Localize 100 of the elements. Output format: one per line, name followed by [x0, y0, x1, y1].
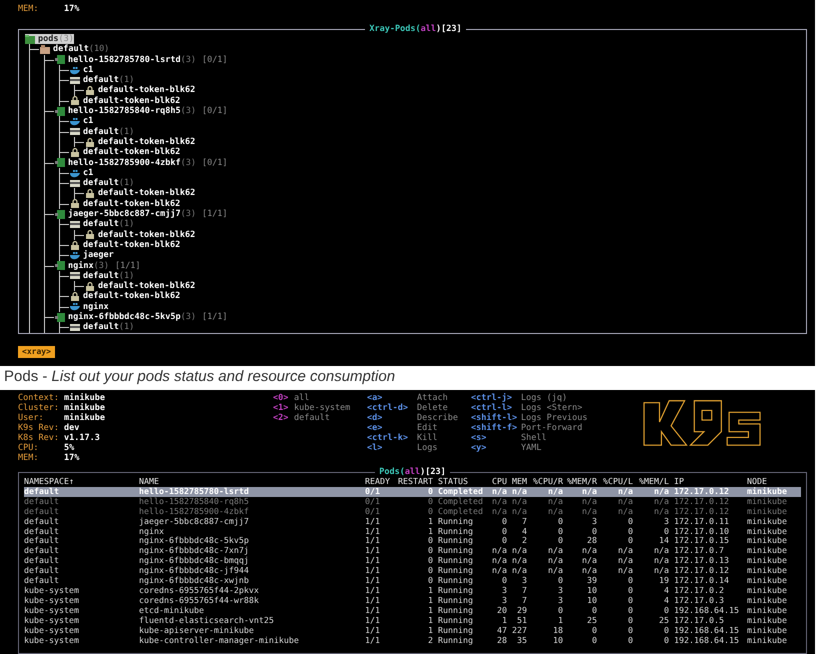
card-icon: [70, 271, 80, 280]
tree-node[interactable]: c1: [70, 116, 94, 127]
ready-count: [1/1]: [202, 209, 228, 220]
tree-node[interactable]: pods(3): [25, 34, 74, 44]
table-cell-text: n/a: [511, 506, 527, 517]
table-cell-text: Running: [437, 596, 474, 606]
table-row[interactable]: default nginx-6fbbbdc48c-xwjnb 1/1 0 Running 0 3 0 39 0 19 172.17.0.14 minikube: [24, 576, 801, 586]
table-cell-text: n/a: [491, 496, 507, 507]
column-header[interactable]: RESTART: [393, 477, 433, 487]
tree-node[interactable]: nginx-6fbbbdc48c-5kv5p(3) [1/1]: [55, 312, 228, 322]
tree-node[interactable]: default(1): [70, 178, 134, 188]
table-cell-text: 0: [501, 576, 507, 586]
table-row[interactable]: default nginx 1/1 1 Running 0 4 0 0 0 0 172.17.0.10 minikube: [24, 526, 801, 536]
column-header[interactable]: MEM: [507, 477, 527, 487]
tree-node[interactable]: nginx(3) [1/1]: [55, 260, 141, 271]
column-header[interactable]: %CPU/R: [527, 477, 563, 487]
table-row[interactable]: default nginx-6fbbbdc48c-5kv5p 1/1 0 Running 0 2 0 28 0 14 172.17.0.15 minikube: [24, 536, 801, 546]
table-cell-text: 0: [627, 536, 633, 546]
namespace-label[interactable]: kube-system: [294, 403, 350, 413]
table-cell-text: minikube: [747, 556, 788, 566]
table-cell-text: kube-controller-manager-minikube: [139, 636, 300, 646]
tree-node[interactable]: hello-1582785780-lsrtd(3) [0/1]: [55, 54, 228, 65]
table-row[interactable]: kube-system coredns-6955765f44-wr88k 1/1 1 Running 3 7 3 10 0 4 172.17.0.3 minikube: [24, 596, 801, 606]
table-cell-text: kube-system: [24, 586, 80, 596]
tree-node[interactable]: default(10): [40, 44, 110, 55]
column-header[interactable]: %CPU/L: [597, 477, 633, 487]
table-cell-text: nginx-6fbbbdc48c-jf944: [139, 566, 250, 576]
table-cell-text: 1/1: [365, 566, 381, 576]
table-cell-text: n/a: [511, 556, 527, 566]
tree-node[interactable]: default(1): [70, 219, 134, 230]
table-cell-text: 3: [663, 516, 669, 527]
whale-icon: [70, 66, 80, 75]
card-icon: [70, 220, 80, 229]
table-cell-text: 10: [552, 636, 563, 646]
tree-node[interactable]: hello-1582785900-4zbkf(3) [0/1]: [55, 158, 228, 168]
ready-count: [0/1]: [202, 158, 228, 168]
table-row[interactable]: default jaeger-5bbc8c887-cmjj7 1/1 1 Running 0 7 0 3 0 3 172.17.0.11 minikube: [24, 516, 801, 527]
table-cell-text: 0: [591, 526, 597, 536]
lock-icon: [85, 138, 95, 147]
column-header[interactable]: NAME: [139, 477, 365, 487]
namespace-label[interactable]: default: [294, 413, 330, 423]
namespace-label[interactable]: all: [294, 393, 310, 403]
tree-node[interactable]: hello-1582785840-rq8h5(3) [0/1]: [55, 106, 228, 116]
table-cell-text: Running: [437, 566, 474, 576]
table-row[interactable]: default hello-1582785900-4zbkf 0/1 0 Completed n/a n/a n/a n/a n/a n/a 172.17.0.12 minikube: [24, 506, 801, 517]
tree-node[interactable]: c1: [70, 64, 94, 76]
tree-node[interactable]: c1: [70, 168, 94, 178]
table-cell-text: 29: [516, 606, 527, 616]
table-cell-text: 3: [591, 516, 597, 527]
table-cell-text: 1: [427, 516, 433, 527]
table-row[interactable]: kube-system coredns-6955765f44-2pkvx 1/1 1 Running 3 7 3 10 0 4 172.17.0.2 minikube: [24, 586, 801, 596]
tree-node[interactable]: jaeger: [70, 250, 114, 261]
table-cell-text: n/a: [547, 556, 563, 566]
table-cell-text: n/a: [547, 496, 563, 507]
column-header[interactable]: NODE: [747, 477, 797, 487]
node-count: (10): [88, 44, 110, 55]
column-header[interactable]: NAMESPACE↑: [24, 477, 139, 487]
tree-node[interactable]: nginx: [70, 302, 109, 312]
hotkey-label: YAML: [521, 443, 542, 453]
column-header[interactable]: CPU: [487, 477, 507, 487]
tree-node[interactable]: default(1): [70, 126, 134, 137]
column-header[interactable]: %MEM/R: [563, 477, 597, 487]
table-row[interactable]: default nginx-6fbbbdc48c-bmqqj 1/1 0 Running n/a n/a n/a n/a n/a n/a 172.17.0.13 minikube: [24, 556, 801, 566]
table-cell-text: 1/1: [365, 516, 381, 527]
tree-node[interactable]: jaeger-5bbc8c887-cmjj7(3) [1/1]: [55, 209, 228, 220]
tree-node[interactable]: default(1): [70, 270, 134, 282]
table-row[interactable]: kube-system fluentd-elasticsearch-vnt25 1/1 1 Running 1 51 1 25 0 25 172.17.0.5 minikube: [24, 616, 801, 626]
table-cell-text: default: [24, 546, 60, 556]
folder-icon: [25, 34, 35, 44]
tree-node[interactable]: default(1): [70, 75, 134, 86]
table-cell-text: 0: [427, 576, 433, 586]
table-cell-text: 0: [663, 606, 669, 616]
table-row[interactable]: kube-system etcd-minikube 1/1 1 Running 20 29 0 0 0 0 192.168.64.15 minikube: [24, 606, 801, 616]
table-row[interactable]: kube-system kube-controller-manager-minikube 1/1 2 Running 28 35 10 0 0 0 192.168.64.15 minikube: [24, 636, 801, 646]
node-name: default: [83, 126, 119, 137]
column-header[interactable]: READY: [365, 477, 393, 487]
table-row[interactable]: kube-system kube-apiserver-minikube 1/1 1 Running 47 227 18 0 0 0 192.168.64.15 minikube: [24, 626, 801, 636]
table-cell-text: 0: [427, 536, 433, 546]
table-cell-text: 0: [591, 636, 597, 646]
tree-node[interactable]: default-token-blk62: [70, 240, 180, 250]
table-cell-text: 0: [627, 616, 633, 626]
table-cell-text: Running: [437, 526, 474, 536]
table-cell-text: n/a: [547, 546, 563, 556]
table-cell-text: 0/1: [365, 496, 381, 507]
hotkey-key: <shift-f>: [471, 423, 521, 433]
table-cell-text: 3: [521, 576, 527, 586]
column-header[interactable]: IP: [669, 477, 747, 487]
table-row[interactable]: default nginx-6fbbbdc48c-7xn7j 1/1 0 Running n/a n/a n/a n/a n/a n/a 172.17.0.7 minikube: [24, 546, 801, 556]
tree-node[interactable]: default(1): [70, 322, 134, 333]
table-cell-text: 0: [501, 536, 507, 546]
tree-node[interactable]: default-token-blk62: [70, 198, 180, 210]
table-row[interactable]: default nginx-6fbbbdc48c-jf944 1/1 0 Running n/a n/a n/a n/a n/a n/a 172.17.0.12 minikube: [24, 566, 801, 576]
table-cell-text: minikube: [747, 606, 788, 616]
column-header[interactable]: %MEM/L: [633, 477, 669, 487]
caption: Pods - List out your pods status and resource consumption: [3, 367, 396, 387]
table-row[interactable]: default hello-1582785840-rq8h5 0/1 0 Completed n/a n/a n/a n/a n/a n/a 172.17.0.12 minikube: [24, 496, 801, 507]
table-cell-text: 0: [427, 486, 433, 497]
table-cell-text: minikube: [747, 586, 788, 596]
column-header[interactable]: STATUS: [433, 477, 487, 487]
table-cell-text: 0/1: [365, 506, 381, 517]
